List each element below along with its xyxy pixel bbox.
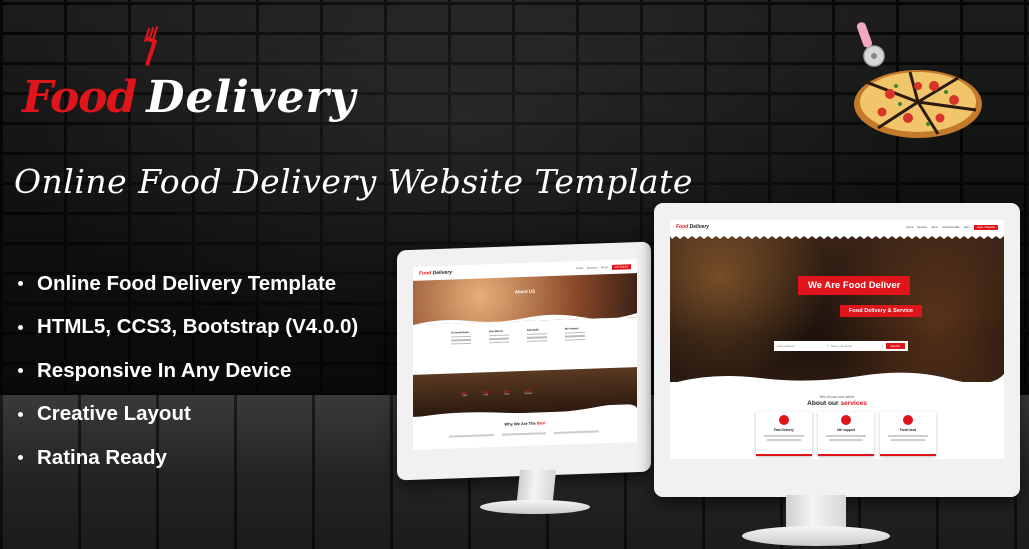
bullet-icon [18,455,23,461]
mini-logo: Food Delivery [419,270,452,277]
service-card: 24h support [818,412,874,456]
small-column: Mo tempus [565,327,585,341]
mini-nav-link: Services [917,225,928,229]
about-heading: About our services [670,400,1004,407]
large-hero-title: We Are Food Deliver [798,276,911,295]
small-why-heading: Why We Are The Best [413,417,637,430]
mini-nav-link: About [931,225,938,229]
service-cards: Fast Delivery 24h support Fresh food [756,412,936,456]
small-column-title: Sed Nulla [527,328,539,332]
mini-nav-links: Home Services About Get Started [576,263,631,271]
mini-logo-food: Food [676,224,689,230]
mini-nav-links: Home Services About Contact Details Team… [906,224,998,230]
why-title: Why We Are The [504,420,536,427]
service-icon [903,415,913,425]
mini-navbar: Food Delivery Home Services About Contac… [670,220,1004,234]
small-monitor-mockup: Food Delivery Home Services About Get St… [397,241,651,481]
large-monitor-base [742,526,890,546]
small-monitor-base [480,500,590,514]
feature-label: HTML5, CCS3, Bootstrap (V4.0.0) [37,315,359,339]
mini-nav-link: Contact Details [941,225,960,229]
mini-logo-food: Food [419,270,432,277]
small-stat: 250+ Staff [461,391,468,397]
feature-item: Online Food Delivery Template [18,262,358,306]
mini-nav-link: Home [906,225,914,229]
service-icon [779,415,789,425]
feature-item: Ratina Ready [18,436,358,480]
bullet-icon [18,411,23,417]
small-column: Ut scelerisque [451,331,471,345]
feature-label: Ratina Ready [37,445,167,469]
mini-nav-link: Home [576,266,583,270]
small-column-title: Mo tempus [565,327,579,331]
feature-label: Responsive In Any Device [37,358,292,382]
mini-nav-link: About [600,265,608,269]
mini-nav-link: Services [587,265,597,270]
service-card-title: 24h support [836,428,856,432]
logo-delivery-text: Delivery [146,72,357,123]
feature-label: Online Food Delivery Template [37,271,337,295]
search-field-email: Enter your Email [831,344,883,348]
mini-nav-link: Team [963,225,970,229]
service-card-title: Fast Delivery [774,428,794,432]
search-field-address: Enter Address [777,344,829,348]
fork-icon [143,26,159,66]
logo-food-text: Food [22,72,137,123]
small-stat: 375+ Delivery [525,389,533,395]
search-button: Search [885,343,906,349]
page-tagline: Online Food Delivery Website Template [14,162,693,201]
feature-label: Creative Layout [37,402,191,426]
feature-list: Online Food Delivery Template HTML5, CCS… [18,262,358,480]
large-monitor-mockup: Food Delivery Home Services About Contac… [654,203,1020,497]
about-title: About our [807,400,839,407]
zigzag-divider [670,234,1004,239]
wave-divider [670,372,1004,384]
about-eyebrow: Why choose food deliver [819,395,855,399]
stat-label: Delivery [524,392,533,395]
brand-logo: Food Delivery [22,26,357,123]
small-stat: 150+ Items [503,389,510,395]
small-text-row [449,430,600,438]
stat-label: Staff [462,394,467,398]
feature-item: HTML5, CCS3, Bootstrap (V4.0.0) [18,306,358,350]
small-column: Sed Nulla [527,328,547,343]
stat-label: Items [504,393,510,396]
service-card: Fresh food [880,412,936,456]
large-screen: Food Delivery Home Services About Contac… [670,220,1004,459]
small-stat: 375+ Staff [482,390,489,396]
large-hero-banner: We Are Food Deliver Food Delivery & Serv… [670,234,1004,382]
mini-nav-cta: Login / Register [973,224,998,230]
mini-nav-cta: Get Started [611,263,631,270]
feature-item: Creative Layout [18,393,358,437]
service-card-title: Fresh food [899,428,917,432]
small-screen: Food Delivery Home Services About Get St… [413,259,637,450]
small-column: Doe Mauris [489,330,509,344]
small-columns: Ut scelerisque Doe Mauris Sed Nulla Mo t… [451,327,585,345]
mini-logo-delivery: Delivery [432,269,453,277]
pizza-icon [854,22,982,138]
service-card: Fast Delivery [756,412,812,456]
small-column-title: Ut scelerisque [451,330,469,335]
bullet-icon [18,368,23,374]
about-title-accent: services [840,400,867,407]
why-accent: Best [536,420,546,426]
large-hero-subtitle: Food Delivery & Service [840,305,923,317]
feature-item: Responsive In Any Device [18,349,358,393]
bullet-icon [18,281,23,287]
bullet-icon [18,324,23,330]
service-icon [841,415,851,425]
large-hero-search: Enter Address Enter your Email Search [774,341,908,351]
small-column-title: Doe Mauris [489,329,503,334]
mini-logo: Food Delivery [676,224,709,230]
stat-label: Staff [483,394,489,397]
mini-logo-delivery: Delivery [689,224,710,230]
